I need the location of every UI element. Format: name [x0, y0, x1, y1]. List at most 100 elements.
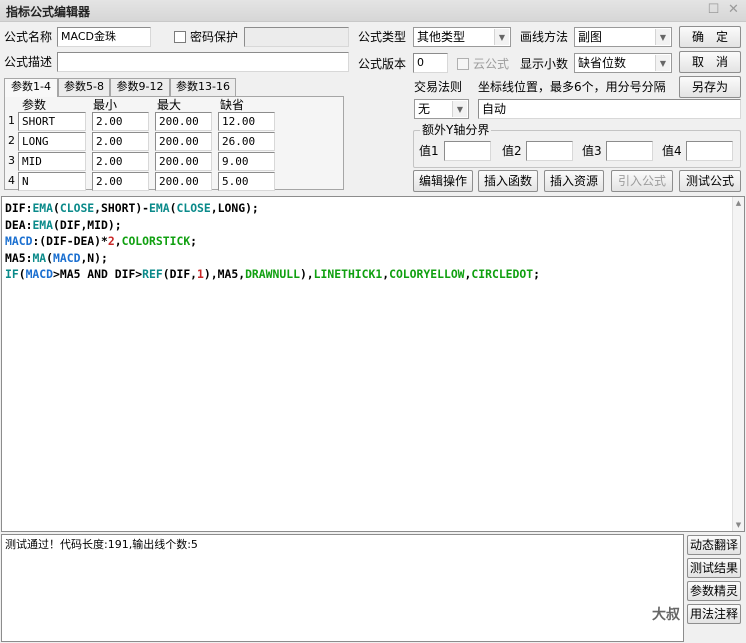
code-token: MA	[32, 250, 47, 265]
insert-function-button[interactable]: 插入函数	[478, 170, 538, 192]
ok-button[interactable]: 确 定	[679, 26, 741, 48]
code-token: COLORSTICK	[121, 234, 191, 248]
y-value-3-label: 值3	[582, 144, 602, 158]
code-line: DEA:EMA(DIF,MID);	[5, 217, 540, 234]
formula-type-value: 其他类型	[417, 30, 466, 44]
edit-ops-button[interactable]: 编辑操作	[413, 170, 473, 192]
param-default-input[interactable]: 5.00	[218, 172, 275, 191]
extra-y-axis-label: 额外Y轴分界	[420, 121, 492, 139]
param-header-min: 最小	[93, 98, 118, 112]
code-line: DIF:EMA(CLOSE,SHORT)-EMA(CLOSE,LONG);	[5, 200, 540, 217]
param-max-input[interactable]: 200.00	[155, 152, 212, 171]
tab-params-13-16[interactable]: 参数13-16	[170, 78, 236, 96]
y-value-2-label: 值2	[502, 144, 522, 158]
tab-params-9-12[interactable]: 参数9-12	[110, 78, 170, 96]
chevron-down-icon: ▼	[452, 101, 467, 117]
test-formula-button[interactable]: 测试公式	[679, 170, 741, 192]
param-min-input[interactable]: 2.00	[92, 172, 149, 191]
test-results-button[interactable]: 测试结果	[687, 558, 741, 578]
code-token: LINETHICK1	[313, 267, 383, 281]
password-input	[244, 27, 349, 47]
param-max-input[interactable]: 200.00	[155, 172, 212, 191]
code-token: REF	[142, 267, 163, 281]
draw-method-label: 画线方法	[520, 30, 569, 44]
insert-resource-button[interactable]: 插入资源	[544, 170, 604, 192]
param-name-input[interactable]: MID	[18, 152, 86, 171]
code-token: MA5	[5, 250, 26, 265]
code-token: CLOSE	[176, 201, 211, 215]
param-name-input[interactable]: LONG	[18, 132, 86, 151]
formula-type-select[interactable]: 其他类型 ▼	[413, 27, 511, 47]
formula-type-label: 公式类型	[358, 30, 407, 44]
y-value-3-input[interactable]	[606, 141, 653, 161]
scroll-down-icon[interactable]: ▼	[733, 519, 744, 531]
save-as-button[interactable]: 另存为	[679, 76, 741, 98]
code-token: ),MA5,	[203, 267, 246, 281]
title-bar[interactable]: 指标公式编辑器 ☐ ✕	[0, 0, 746, 22]
param-header-name: 参数	[22, 98, 47, 112]
scroll-up-icon[interactable]: ▲	[733, 197, 744, 209]
draw-method-select[interactable]: 副图 ▼	[574, 27, 672, 47]
code-token: 2	[107, 234, 115, 248]
formula-version-label: 公式版本	[358, 57, 407, 71]
trade-rule-select[interactable]: 无 ▼	[414, 99, 469, 119]
dynamic-translate-button[interactable]: 动态翻译	[687, 535, 741, 555]
param-min-input[interactable]: 2.00	[92, 132, 149, 151]
close-icon[interactable]: ✕	[726, 3, 741, 18]
y-value-1-label: 值1	[419, 144, 439, 158]
usage-notes-button[interactable]: 用法注释	[687, 604, 741, 624]
editor-scrollbar[interactable]: ▲ ▼	[732, 197, 744, 531]
restore-icon[interactable]: ☐	[706, 3, 721, 18]
param-default-input[interactable]: 26.00	[218, 132, 275, 151]
param-row-number: 3	[8, 154, 15, 167]
output-panel[interactable]: 测试通过！代码长度:191,输出线个数:5	[1, 534, 684, 642]
param-max-input[interactable]: 200.00	[155, 112, 212, 131]
code-line: IF(MACD>MA5 AND DIF>REF(DIF,1),MA5,DRAWN…	[5, 266, 540, 283]
tab-params-1-4[interactable]: 参数1-4	[4, 78, 58, 97]
code-token: ),	[299, 267, 314, 281]
code-token: DEA	[5, 217, 26, 232]
y-value-1-input[interactable]	[444, 141, 491, 161]
code-token: ,SHORT)-	[94, 201, 150, 215]
decimals-select[interactable]: 缺省位数 ▼	[574, 53, 672, 73]
param-name-input[interactable]: N	[18, 172, 86, 191]
import-formula-button[interactable]: 引入公式	[611, 170, 673, 192]
param-min-input[interactable]: 2.00	[92, 112, 149, 131]
password-label: 密码保护	[190, 30, 239, 44]
param-wizard-button[interactable]: 参数精灵	[687, 581, 741, 601]
code-token: (	[46, 250, 54, 265]
y-value-2-input[interactable]	[526, 141, 573, 161]
code-line: MA5:MA(MACD,N);	[5, 250, 540, 267]
params-panel: 参数 最小 最大 缺省 1 SHORT 2.00 200.00 12.00 2 …	[4, 96, 344, 191]
y-value-4-input[interactable]	[686, 141, 733, 161]
password-checkbox[interactable]	[174, 31, 186, 43]
decimals-label: 显示小数	[520, 57, 569, 71]
code-token: (	[18, 267, 26, 281]
formula-version-input[interactable]: 0	[413, 53, 448, 73]
test-result-message: 测试通过！代码长度:191,输出线个数:5	[5, 538, 198, 551]
cloud-formula-checkbox[interactable]	[457, 58, 469, 70]
code-token: 1	[197, 267, 204, 281]
formula-desc-input[interactable]	[57, 52, 349, 72]
code-content[interactable]: DIF:EMA(CLOSE,SHORT)-EMA(CLOSE,LONG); DEA…	[5, 200, 540, 283]
param-default-input[interactable]: 12.00	[218, 112, 275, 131]
code-token: (DIF,	[162, 267, 198, 281]
param-default-input[interactable]: 9.00	[218, 152, 275, 171]
cancel-button[interactable]: 取 消	[679, 51, 741, 73]
param-row-number: 1	[8, 114, 15, 127]
code-token: CIRCLEDOT	[471, 267, 534, 281]
code-line: MACD:(DIF-DEA)*2,COLORSTICK;	[5, 233, 540, 250]
code-token: IF	[5, 267, 19, 281]
param-name-input[interactable]: SHORT	[18, 112, 86, 131]
param-max-input[interactable]: 200.00	[155, 132, 212, 151]
code-token: :(DIF-DEA)*	[32, 234, 108, 248]
coord-lines-input[interactable]: 自动	[478, 99, 741, 119]
formula-name-input[interactable]: MACD金珠	[57, 27, 151, 47]
code-token: ;	[533, 267, 540, 281]
y-value-4-label: 值4	[662, 144, 682, 158]
code-editor[interactable]: DIF:EMA(CLOSE,SHORT)-EMA(CLOSE,LONG); DEA…	[1, 196, 745, 532]
watermark: 大叔	[652, 607, 680, 623]
decimals-value: 缺省位数	[578, 56, 627, 70]
param-min-input[interactable]: 2.00	[92, 152, 149, 171]
tab-params-5-8[interactable]: 参数5-8	[58, 78, 110, 96]
